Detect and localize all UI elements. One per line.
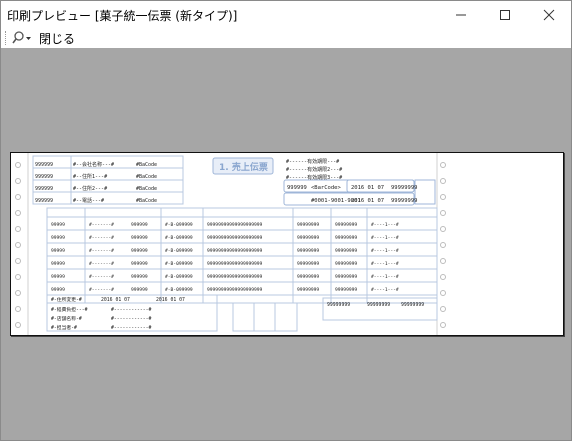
svg-text:#------有効期限---#: #------有効期限---# bbox=[286, 158, 339, 165]
footer-date-2: 2016 01 07 bbox=[156, 297, 185, 303]
svg-text:#----1---#: #----1---# bbox=[371, 274, 399, 280]
svg-text:#-------#: #-------# bbox=[89, 261, 114, 267]
svg-text:#-住所変更-#: #-住所変更-# bbox=[51, 296, 82, 303]
svg-text:#--住所2---#: #--住所2---# bbox=[73, 185, 107, 192]
title-bar: 印刷プレビュー [菓子統一伝票 (新タイプ)] bbox=[1, 1, 571, 28]
svg-text:#------------#: #------------# bbox=[111, 325, 152, 331]
close-button[interactable]: 閉じる bbox=[37, 30, 77, 47]
svg-text:#BaCode: #BaCode bbox=[136, 186, 157, 192]
svg-text:#--電話---#: #--電話---# bbox=[73, 197, 104, 204]
total-2: 99999999 bbox=[367, 302, 390, 308]
svg-text:#-------#: #-------# bbox=[89, 287, 114, 293]
svg-text:#----1---#: #----1---# bbox=[371, 248, 399, 254]
svg-text:99999999: 99999999 bbox=[335, 235, 357, 241]
close-window-button[interactable] bbox=[527, 1, 571, 28]
svg-text:#-経費負担---#: #-経費負担---# bbox=[51, 306, 88, 313]
svg-text:999999: 999999 bbox=[35, 162, 53, 168]
svg-text:#BaCode: #BaCode bbox=[136, 174, 157, 180]
svg-text:#-B-099999: #-B-099999 bbox=[165, 274, 193, 280]
svg-text:999999: 999999 bbox=[131, 248, 148, 254]
svg-text:#BaCode: #BaCode bbox=[136, 162, 157, 168]
svg-text:99999999999999999999: 99999999999999999999 bbox=[207, 235, 263, 241]
svg-text:#-------#: #-------# bbox=[89, 235, 114, 241]
barcode-field: <BarCode> bbox=[311, 185, 341, 191]
maximize-icon bbox=[500, 9, 510, 20]
footer-date-1: 2016 01 07 bbox=[101, 297, 130, 303]
svg-text:99999999: 99999999 bbox=[297, 235, 319, 241]
svg-text:99999: 99999 bbox=[51, 222, 65, 228]
date-field: 2016 01 07 bbox=[351, 185, 384, 191]
svg-text:99999999999999999999: 99999999999999999999 bbox=[207, 274, 263, 280]
svg-text:999999: 999999 bbox=[131, 261, 148, 267]
close-icon bbox=[543, 9, 555, 20]
svg-text:99999: 99999 bbox=[51, 235, 65, 241]
svg-text:#-------#: #-------# bbox=[89, 248, 114, 254]
slip-title: 1. 売上伝票 bbox=[219, 161, 268, 173]
svg-text:99999999: 99999999 bbox=[297, 248, 319, 254]
svg-text:#----1---#: #----1---# bbox=[371, 261, 399, 267]
chevron-down-icon bbox=[26, 37, 31, 40]
svg-text:#------有効期限2---#: #------有効期限2---# bbox=[286, 166, 342, 173]
svg-text:999999: 999999 bbox=[35, 198, 53, 204]
svg-text:99999999: 99999999 bbox=[391, 185, 418, 191]
svg-text:#-B-099999: #-B-099999 bbox=[165, 261, 193, 267]
total-1: 99999999 bbox=[327, 302, 350, 308]
svg-text:99999: 99999 bbox=[51, 248, 65, 254]
preview-area[interactable]: 999999 #--会社名称---# #BaCode 999999 #--住所1---… bbox=[1, 48, 571, 440]
toolbar: 閉じる bbox=[1, 28, 571, 48]
preview-page: 999999 #--会社名称---# #BaCode 999999 #--住所1---… bbox=[10, 152, 564, 336]
svg-text:#-B-099999: #-B-099999 bbox=[165, 287, 193, 293]
svg-text:#-B-099999: #-B-099999 bbox=[165, 235, 193, 241]
svg-text:#-------#: #-------# bbox=[89, 222, 114, 228]
svg-text:#------------#: #------------# bbox=[111, 307, 152, 313]
zoom-dropdown-button[interactable] bbox=[11, 29, 33, 47]
svg-text:99999: 99999 bbox=[51, 274, 65, 280]
svg-text:#------------#: #------------# bbox=[111, 316, 152, 322]
svg-text:999999: 999999 bbox=[131, 274, 148, 280]
minimize-button[interactable] bbox=[439, 1, 483, 28]
svg-text:#----1---#: #----1---# bbox=[371, 287, 399, 293]
svg-text:99999999999999999999: 99999999999999999999 bbox=[207, 287, 263, 293]
svg-text:99999999: 99999999 bbox=[335, 274, 357, 280]
svg-text:99999: 99999 bbox=[51, 287, 65, 293]
svg-text:#-担当者-#: #-担当者-# bbox=[51, 324, 77, 331]
svg-text:#----1---#: #----1---# bbox=[371, 235, 399, 241]
print-preview-window: 印刷プレビュー [菓子統一伝票 (新タイプ)] 閉じる 999999 #--会社… bbox=[0, 0, 572, 441]
svg-text:99999999999999999999: 99999999999999999999 bbox=[207, 261, 263, 267]
svg-text:99999: 99999 bbox=[51, 261, 65, 267]
total-3: 99999999 bbox=[401, 302, 424, 308]
svg-text:#----1---#: #----1---# bbox=[371, 222, 399, 228]
minimize-icon bbox=[456, 14, 466, 15]
svg-text:99999999: 99999999 bbox=[335, 287, 357, 293]
svg-text:99999999: 99999999 bbox=[335, 261, 357, 267]
svg-text:99999999: 99999999 bbox=[297, 287, 319, 293]
maximize-button[interactable] bbox=[483, 1, 527, 28]
svg-text:999999: 999999 bbox=[131, 235, 148, 241]
svg-text:999999: 999999 bbox=[35, 186, 53, 192]
svg-text:99999999: 99999999 bbox=[297, 222, 319, 228]
svg-text:99999999: 99999999 bbox=[297, 261, 319, 267]
svg-text:#-B-099999: #-B-099999 bbox=[165, 248, 193, 254]
date-field-2: 2016 01 07 bbox=[351, 198, 384, 204]
slip-form-render: 999999 #--会社名称---# #BaCode 999999 #--住所1---… bbox=[15, 153, 446, 335]
magnifier-icon bbox=[12, 31, 31, 44]
svg-text:#-店舗名称-#: #-店舗名称-# bbox=[51, 315, 82, 322]
svg-text:#-------#: #-------# bbox=[89, 274, 114, 280]
svg-text:99999999: 99999999 bbox=[391, 198, 418, 204]
svg-text:#--会社名称---#: #--会社名称---# bbox=[73, 161, 114, 168]
svg-text:99999999: 99999999 bbox=[335, 248, 357, 254]
svg-text:99999999: 99999999 bbox=[335, 222, 357, 228]
svg-text:#--住所1---#: #--住所1---# bbox=[73, 173, 107, 180]
svg-text:99999999: 99999999 bbox=[297, 274, 319, 280]
svg-text:999999: 999999 bbox=[35, 174, 53, 180]
toolbar-grip[interactable] bbox=[5, 31, 8, 45]
svg-text:999999: 999999 bbox=[131, 287, 148, 293]
svg-text:99999999999999999999: 99999999999999999999 bbox=[207, 222, 263, 228]
svg-text:#-B-099999: #-B-099999 bbox=[165, 222, 193, 228]
window-title: 印刷プレビュー [菓子統一伝票 (新タイプ)] bbox=[7, 9, 238, 23]
svg-text:#BaCode: #BaCode bbox=[136, 198, 157, 204]
svg-text:999999: 999999 bbox=[131, 222, 148, 228]
svg-text:999999: 999999 bbox=[287, 185, 307, 191]
svg-text:99999999999999999999: 99999999999999999999 bbox=[207, 248, 263, 254]
